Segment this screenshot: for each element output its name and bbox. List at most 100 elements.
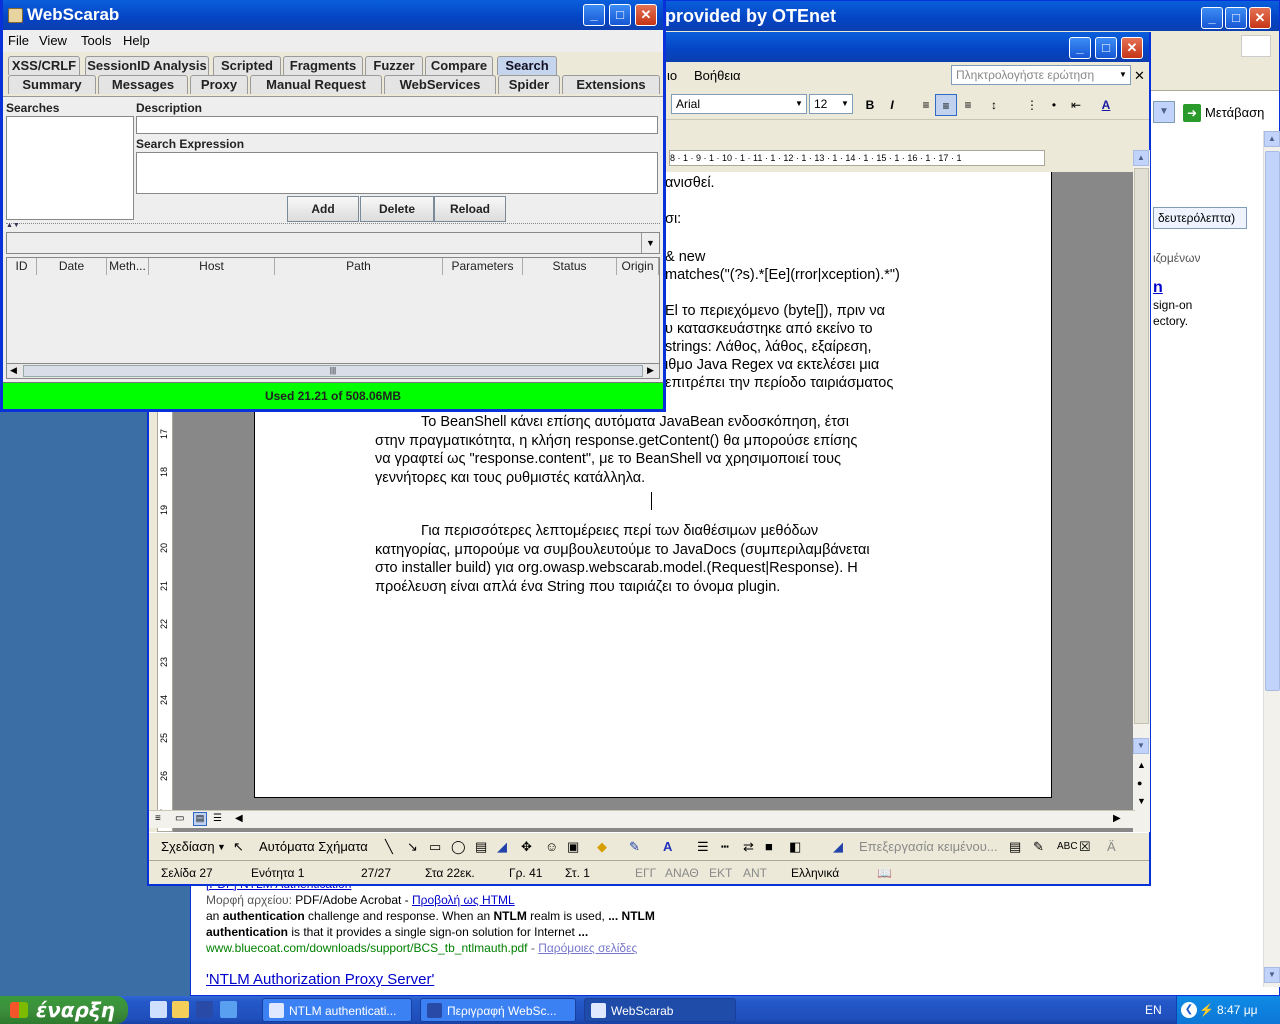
column-header-host[interactable]: Host bbox=[149, 258, 275, 275]
outline-view-icon[interactable]: ☰ bbox=[213, 813, 222, 824]
justify-icon[interactable]: ≡ bbox=[957, 94, 979, 116]
fill-color-icon[interactable]: ◆ bbox=[597, 833, 607, 861]
scroll-down-icon[interactable]: ▼ bbox=[1264, 967, 1280, 983]
column-header-path[interactable]: Path bbox=[275, 258, 443, 275]
chevron-down-icon[interactable]: ▼ bbox=[838, 95, 852, 113]
menu-help[interactable]: Help bbox=[123, 30, 150, 52]
browser-vertical-scrollbar[interactable]: ▲ ▼ bbox=[1263, 131, 1280, 987]
column-header-date[interactable]: Date bbox=[37, 258, 107, 275]
clock[interactable]: 8:47 μμ bbox=[1217, 996, 1258, 1024]
scroll-down-icon[interactable]: ▼ bbox=[1133, 738, 1149, 754]
tab-messages[interactable]: Messages bbox=[98, 75, 188, 94]
language-indicator[interactable]: EN bbox=[1145, 1003, 1162, 1017]
searches-list[interactable] bbox=[6, 116, 134, 220]
scroll-right-icon[interactable]: ▶ bbox=[647, 365, 654, 376]
italic-icon[interactable]: I bbox=[881, 94, 903, 116]
tab-manual-request[interactable]: Manual Request bbox=[250, 75, 382, 94]
status-rec[interactable]: ΕΓΓ bbox=[635, 861, 656, 885]
maximize-icon[interactable]: □ bbox=[609, 4, 631, 26]
column-header-meth[interactable]: Meth... bbox=[107, 258, 149, 275]
add-button[interactable]: Add bbox=[287, 196, 359, 222]
3d-icon[interactable]: ◧ bbox=[789, 833, 801, 861]
spelling-icon[interactable]: ABC bbox=[1057, 833, 1078, 861]
document-vertical-scrollbar[interactable]: ▲ ▼ ▲ ● ▼ bbox=[1133, 150, 1150, 832]
webscarab-title-bar[interactable]: WebScarab bbox=[3, 0, 663, 30]
wordart-insert-icon[interactable]: ◢ bbox=[833, 833, 843, 861]
network-icon[interactable]: ⚡ bbox=[1199, 996, 1214, 1024]
delete-button[interactable]: Delete bbox=[360, 196, 434, 222]
autoshapes-menu[interactable]: Αυτόματα Σχήματα bbox=[259, 833, 368, 861]
case-icon[interactable]: Ä bbox=[1107, 833, 1116, 861]
arrow-icon[interactable]: ↘ bbox=[407, 833, 418, 861]
wordart-icon[interactable]: ◢ bbox=[497, 833, 507, 861]
font-color-icon[interactable]: A bbox=[663, 833, 672, 861]
close-icon[interactable]: ✕ bbox=[1249, 7, 1271, 29]
search-expression-field[interactable] bbox=[136, 152, 658, 194]
timing-link-box[interactable]: δευτερόλεπτα) bbox=[1153, 207, 1247, 229]
close-icon[interactable]: ✕ bbox=[635, 4, 657, 26]
font-combo[interactable]: Arial ▼ bbox=[671, 94, 807, 114]
go-button[interactable]: ➜ Μετάβαση bbox=[1183, 101, 1269, 125]
tab-fuzzer[interactable]: Fuzzer bbox=[365, 56, 423, 75]
decrease-indent-icon[interactable]: ⇤ bbox=[1065, 94, 1087, 116]
status-ext[interactable]: ΕΚΤ bbox=[709, 861, 732, 885]
tab-fragments[interactable]: Fragments bbox=[283, 56, 363, 75]
align-left-icon[interactable]: ≡ bbox=[915, 94, 937, 116]
menu-view[interactable]: View bbox=[39, 30, 67, 52]
minimize-icon[interactable]: _ bbox=[1069, 37, 1091, 59]
close-document-icon[interactable]: ✕ bbox=[1134, 68, 1145, 84]
column-header-id[interactable]: ID bbox=[7, 258, 37, 275]
shadow-icon[interactable]: ■ bbox=[765, 833, 773, 861]
tab-search[interactable]: Search bbox=[497, 56, 557, 75]
tab-spider[interactable]: Spider bbox=[498, 75, 560, 94]
reload-button[interactable]: Reload bbox=[434, 196, 506, 222]
status-trk[interactable]: ΑΝΑΘ bbox=[665, 861, 699, 885]
draw-menu[interactable]: Σχεδίαση bbox=[161, 833, 215, 861]
start-button[interactable]: έναρξη bbox=[0, 996, 128, 1024]
ask-question-box[interactable]: Πληκτρολογήστε ερώτηση ▼ bbox=[951, 65, 1131, 85]
line-icon[interactable]: ╲ bbox=[385, 833, 393, 861]
extra-tools-icon[interactable]: ▤ bbox=[1009, 833, 1021, 861]
ie-quicklaunch-icon[interactable] bbox=[220, 1001, 237, 1018]
clipart-icon[interactable]: ☺ bbox=[545, 833, 558, 861]
font-color-icon[interactable]: A bbox=[1095, 94, 1117, 116]
results-horizontal-scrollbar[interactable]: ◀ ||| ▶ bbox=[6, 363, 660, 379]
document-horizontal-scrollbar[interactable]: ≡ ▭ ▤ ☰ ◀ ▶ bbox=[149, 810, 1135, 828]
menu-item-help[interactable]: Βοήθεια bbox=[694, 68, 741, 83]
chevron-down-icon[interactable]: ▼ bbox=[792, 95, 806, 113]
tab-compare[interactable]: Compare bbox=[425, 56, 493, 75]
picture-icon[interactable]: ▣ bbox=[567, 833, 579, 861]
chevron-down-icon[interactable]: ▼ bbox=[1116, 66, 1130, 84]
close-icon[interactable]: ✕ bbox=[1121, 37, 1143, 59]
search-results-combo[interactable]: ▼ bbox=[6, 232, 660, 254]
column-header-origin[interactable]: Origin bbox=[617, 258, 659, 275]
scroll-thumb[interactable] bbox=[1134, 168, 1149, 724]
diagram-icon[interactable]: ✥ bbox=[521, 833, 532, 861]
checkbox-icon[interactable]: ☒ bbox=[1079, 833, 1091, 861]
bold-icon[interactable]: B bbox=[859, 94, 881, 116]
spelling-status-icon[interactable]: 📖 bbox=[877, 861, 892, 885]
line-color-icon[interactable]: ✎ bbox=[629, 833, 640, 861]
splitter-handle[interactable]: ▲▼ bbox=[6, 222, 660, 229]
task-webscarab[interactable]: WebScarab bbox=[584, 998, 736, 1022]
web-view-icon[interactable]: ▭ bbox=[175, 813, 184, 824]
column-header-parameters[interactable]: Parameters bbox=[443, 258, 523, 275]
view-as-html-link[interactable]: Προβολή ως HTML bbox=[412, 893, 515, 907]
scroll-up-icon[interactable]: ▲ bbox=[1264, 131, 1280, 147]
next-page-icon[interactable]: ▼ bbox=[1137, 796, 1146, 806]
font-size-combo[interactable]: 12 ▼ bbox=[809, 94, 853, 114]
chevron-down-icon[interactable]: ▼ bbox=[641, 233, 659, 253]
word-quicklaunch-icon[interactable] bbox=[196, 1001, 213, 1018]
side-link[interactable]: n bbox=[1153, 279, 1163, 297]
maximize-icon[interactable]: □ bbox=[1095, 37, 1117, 59]
address-dropdown-icon[interactable]: ▼ bbox=[1153, 101, 1175, 123]
minimize-icon[interactable]: _ bbox=[583, 4, 605, 26]
browser-quicklaunch-icon[interactable] bbox=[150, 1001, 167, 1018]
select-objects-icon[interactable]: ↖ bbox=[233, 833, 244, 861]
align-center-icon[interactable]: ≡ bbox=[935, 94, 957, 116]
task-word[interactable]: Περιγραφή WebSc... bbox=[420, 998, 576, 1022]
numbering-icon[interactable]: ⋮ bbox=[1021, 94, 1043, 116]
tab-xss-crlf[interactable]: XSS/CRLF bbox=[8, 56, 80, 75]
results-table[interactable]: ID Date Meth... Host Path Parameters Status Ori… bbox=[6, 257, 660, 365]
tab-proxy[interactable]: Proxy bbox=[190, 75, 248, 94]
